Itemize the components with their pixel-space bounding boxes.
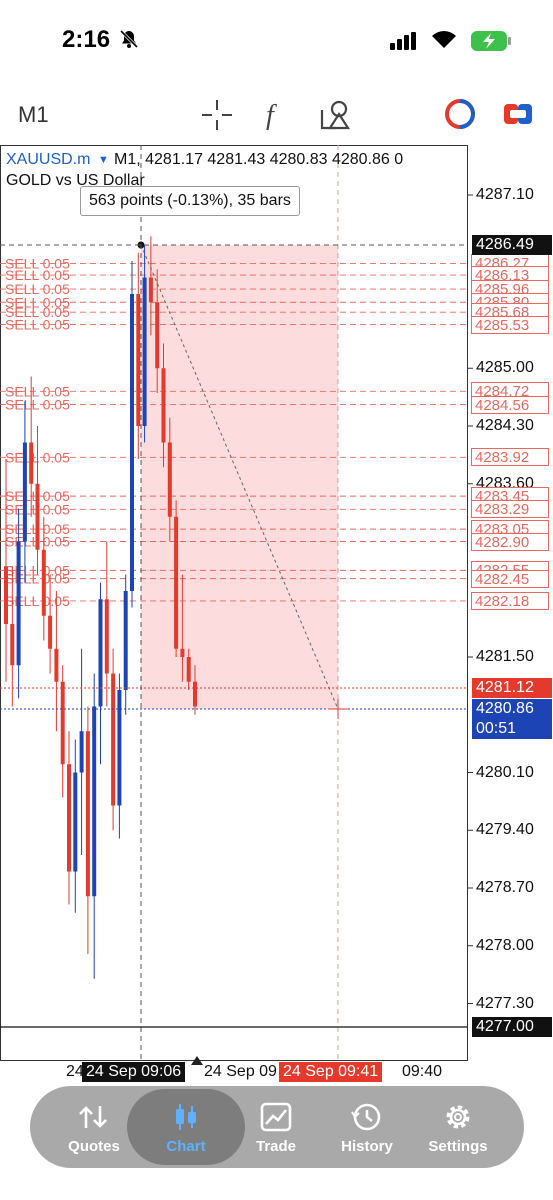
price-tick-label: 4280.10 [476, 763, 534, 781]
candle-body [98, 599, 103, 707]
candle-body [10, 624, 15, 666]
ohlc-readout: M1, 4281.17 4281.43 4280.83 4280.86 0 [114, 151, 403, 169]
candle-body [161, 368, 166, 443]
tab-history-label: History [341, 1138, 393, 1155]
svg-text:f: f [266, 100, 277, 131]
candle-body [111, 673, 116, 806]
candle-body [92, 706, 97, 897]
price-tick-label: 4278.70 [476, 879, 534, 896]
timeframe-button[interactable]: M1 [18, 102, 49, 128]
tab-chart[interactable]: Chart [138, 1086, 234, 1168]
one-click-trading-icon[interactable] [444, 98, 476, 135]
trade-chart-icon [260, 1102, 292, 1132]
header-timeframe: M1, [114, 151, 141, 168]
sell-order-price-label: 4282.18 [471, 591, 549, 610]
tab-trade-label: Trade [255, 1138, 297, 1155]
symbol-dropdown-icon[interactable]: ▼ [98, 154, 109, 166]
end-time-label: 24 Sep 09:41 [279, 1062, 383, 1082]
price-tick-label: 4287.10 [476, 186, 534, 203]
bottom-navigation: Quotes Chart Trade History Settings [30, 1086, 524, 1168]
candle-body [22, 442, 27, 542]
tab-settings[interactable]: Settings [410, 1086, 506, 1168]
bell-muted-icon [118, 28, 140, 55]
candle-body [186, 657, 191, 682]
candle-body [67, 764, 71, 872]
price-tick-label: 4281.50 [476, 648, 534, 665]
candle-body [117, 690, 122, 806]
candle-body [180, 648, 185, 657]
time-label-right: 09:40 [402, 1063, 443, 1080]
candle-body [167, 442, 172, 517]
candle-body [79, 731, 84, 773]
status-time: 2:16 [62, 26, 111, 53]
measure-tooltip: 563 points (-0.13%), 35 bars [80, 186, 300, 216]
sell-order-price-label: 4283.29 [471, 500, 549, 519]
candle-body [155, 302, 160, 369]
candle-body [4, 566, 8, 624]
bar-countdown-label: 00:51 [472, 719, 552, 739]
candle-body [29, 442, 34, 484]
bid-price-label: 4280.86 [472, 699, 552, 719]
tab-trade[interactable]: Trade [228, 1086, 324, 1168]
price-tick-label: 4278.00 [476, 936, 534, 954]
history-clock-icon [351, 1103, 381, 1131]
candle-body [35, 483, 40, 550]
cursor-price-label: 4286.49 [472, 235, 552, 255]
candle-body [136, 294, 141, 426]
sell-order-label: SELL 0.05 [5, 397, 70, 413]
candle-body [130, 294, 134, 591]
tab-chart-label: Chart [166, 1138, 206, 1155]
price-tick-label: 4277.30 [476, 994, 534, 1012]
candle-body [174, 516, 179, 649]
sell-order-price-label: 4282.45 [471, 569, 549, 588]
bottom-price-label: 4277.00 [472, 1017, 552, 1037]
candle-body [54, 648, 59, 682]
candle-body [48, 615, 53, 649]
indicators-icon[interactable]: f [262, 98, 292, 137]
sell-order-price-label: 4285.53 [471, 315, 549, 334]
candle-body [60, 681, 65, 765]
crosshair-icon[interactable] [200, 98, 234, 137]
candle-body [41, 549, 46, 616]
candlestick-icon [176, 1104, 196, 1130]
candle-body [148, 277, 153, 303]
tab-quotes-label: Quotes [68, 1138, 120, 1155]
candle-body [123, 591, 128, 690]
price-tick-label: 4285.00 [476, 359, 534, 377]
ohlc-values: 4281.17 4281.43 4280.83 4280.86 0 [145, 151, 404, 168]
price-chart[interactable]: SELL 0.05 SELL 0.05 SELL 0.05 SELL 0.05 SELL… [0, 145, 553, 1082]
time-label-mid: 24 Sep 09 [204, 1063, 277, 1080]
cellular-signal-icon [390, 32, 420, 55]
battery-charging-icon [470, 30, 514, 57]
trade-panel-icon[interactable] [502, 98, 534, 135]
sell-order-label: SELL 0.05 [5, 593, 70, 609]
sell-order-label: SELL 0.05 [5, 317, 70, 333]
quotes-arrows-icon [79, 1106, 107, 1128]
candle-body [73, 772, 78, 872]
candle-body [193, 681, 197, 707]
wifi-icon [430, 28, 458, 55]
candle-body [142, 277, 147, 426]
candle-body [16, 541, 21, 666]
tab-quotes[interactable]: Quotes [46, 1086, 142, 1168]
candle-body [104, 599, 109, 674]
cursor-time-label: 24 Sep 09:06 [82, 1062, 186, 1082]
sell-order-price-label: 4282.90 [471, 532, 549, 551]
ask-price-label: 4281.12 [472, 678, 552, 698]
tab-history[interactable]: History [319, 1086, 415, 1168]
tab-settings-label: Settings [428, 1138, 488, 1155]
symbol-selector[interactable]: XAUUSD.m [6, 151, 90, 169]
gear-icon [446, 1105, 470, 1129]
sell-order-price-label: 4284.56 [471, 395, 549, 414]
sell-order-price-label: 4283.92 [471, 448, 549, 467]
price-tick-label: 4279.40 [476, 821, 534, 839]
price-tick-label: 4284.30 [476, 417, 534, 434]
objects-shapes-icon[interactable] [318, 98, 354, 137]
candle-body [85, 731, 90, 897]
